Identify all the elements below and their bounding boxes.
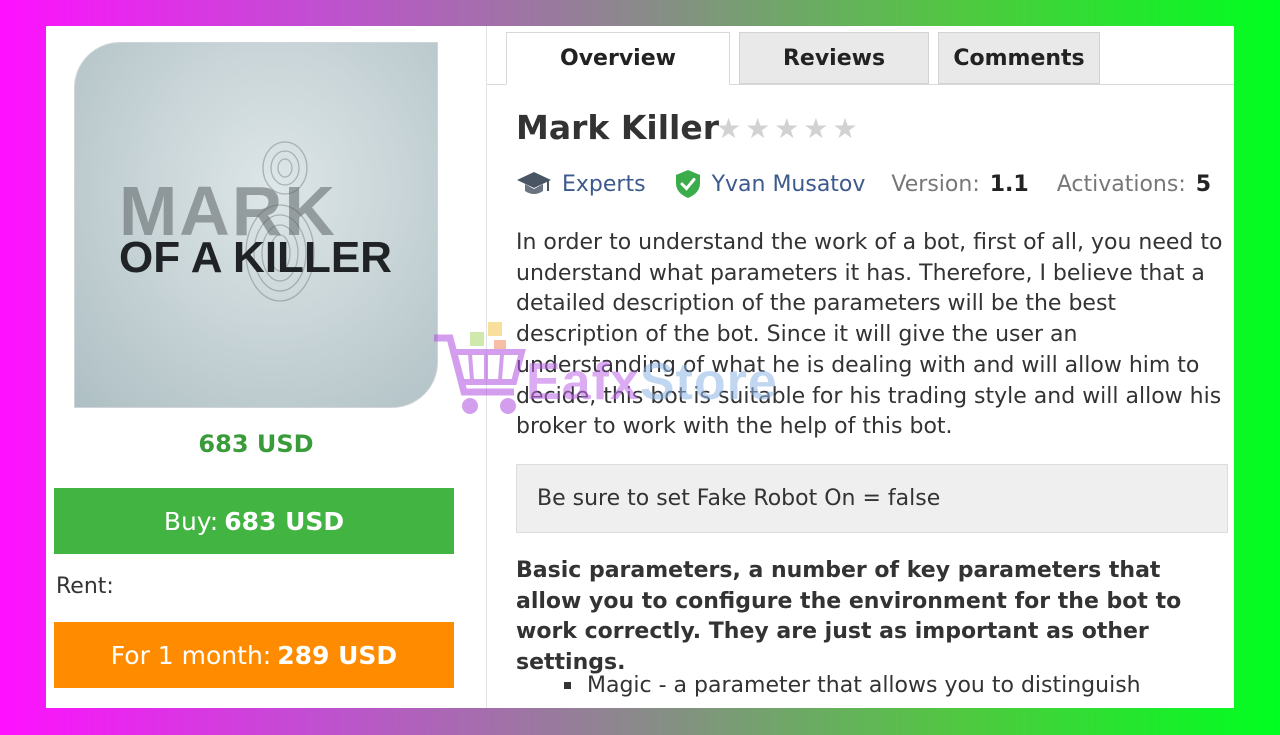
notice-text: Be sure to set Fake Robot On = false (537, 486, 941, 511)
rent-amount: 289 USD (277, 640, 398, 670)
star-icon[interactable]: ★ (745, 112, 770, 145)
tab-reviews[interactable]: Reviews (739, 32, 929, 84)
list-item: Magic - a parameter that allows you to d… (564, 673, 1141, 698)
graduation-cap-icon (517, 172, 551, 194)
rent-button[interactable]: For 1 month: 289 USD (54, 622, 454, 688)
product-sidebar: MARK OF A KILLER 683 USD Buy: 683 USD Re… (46, 26, 486, 708)
tab-overview[interactable]: Overview (506, 32, 730, 85)
buy-amount: 683 USD (224, 506, 345, 536)
product-title: Mark Killer (516, 108, 719, 147)
version-value: 1.1 (989, 171, 1029, 197)
star-icon[interactable]: ★ (832, 112, 857, 145)
product-description: In order to understand the work of a bot… (516, 230, 1223, 440)
rating-stars[interactable]: ★ ★ ★ ★ ★ (716, 112, 858, 145)
author-link[interactable]: Yvan Musatov (712, 172, 866, 197)
buy-label: Buy: (163, 506, 219, 536)
activations-value: 5 (1195, 171, 1212, 197)
activations-label: Activations: (1056, 171, 1186, 197)
category-link[interactable]: Experts (562, 172, 646, 197)
notice-box: Be sure to set Fake Robot On = false (516, 464, 1228, 533)
image-text-killer: OF A KILLER (119, 233, 392, 282)
product-meta: Experts Yvan Musatov Version: 1.1 Activa… (516, 166, 1211, 202)
rent-period: For 1 month: (110, 640, 272, 670)
tab-comments[interactable]: Comments (938, 32, 1100, 84)
list-item-text: Magic - a parameter that allows you to d… (587, 673, 1141, 698)
product-image: MARK OF A KILLER (74, 42, 438, 408)
star-icon[interactable]: ★ (774, 112, 799, 145)
bullet-icon (564, 682, 571, 689)
rent-label: Rent: (56, 574, 114, 599)
verified-shield-icon (675, 170, 700, 198)
version-label: Version: (891, 171, 980, 197)
column-divider (486, 26, 487, 708)
buy-button[interactable]: Buy: 683 USD (54, 488, 454, 554)
page-frame: MARK OF A KILLER 683 USD Buy: 683 USD Re… (46, 26, 1234, 708)
product-price: 683 USD (198, 430, 314, 458)
star-icon[interactable]: ★ (803, 112, 828, 145)
basic-parameters-text: Basic parameters, a number of key parame… (516, 558, 1182, 676)
star-icon[interactable]: ★ (716, 112, 741, 145)
